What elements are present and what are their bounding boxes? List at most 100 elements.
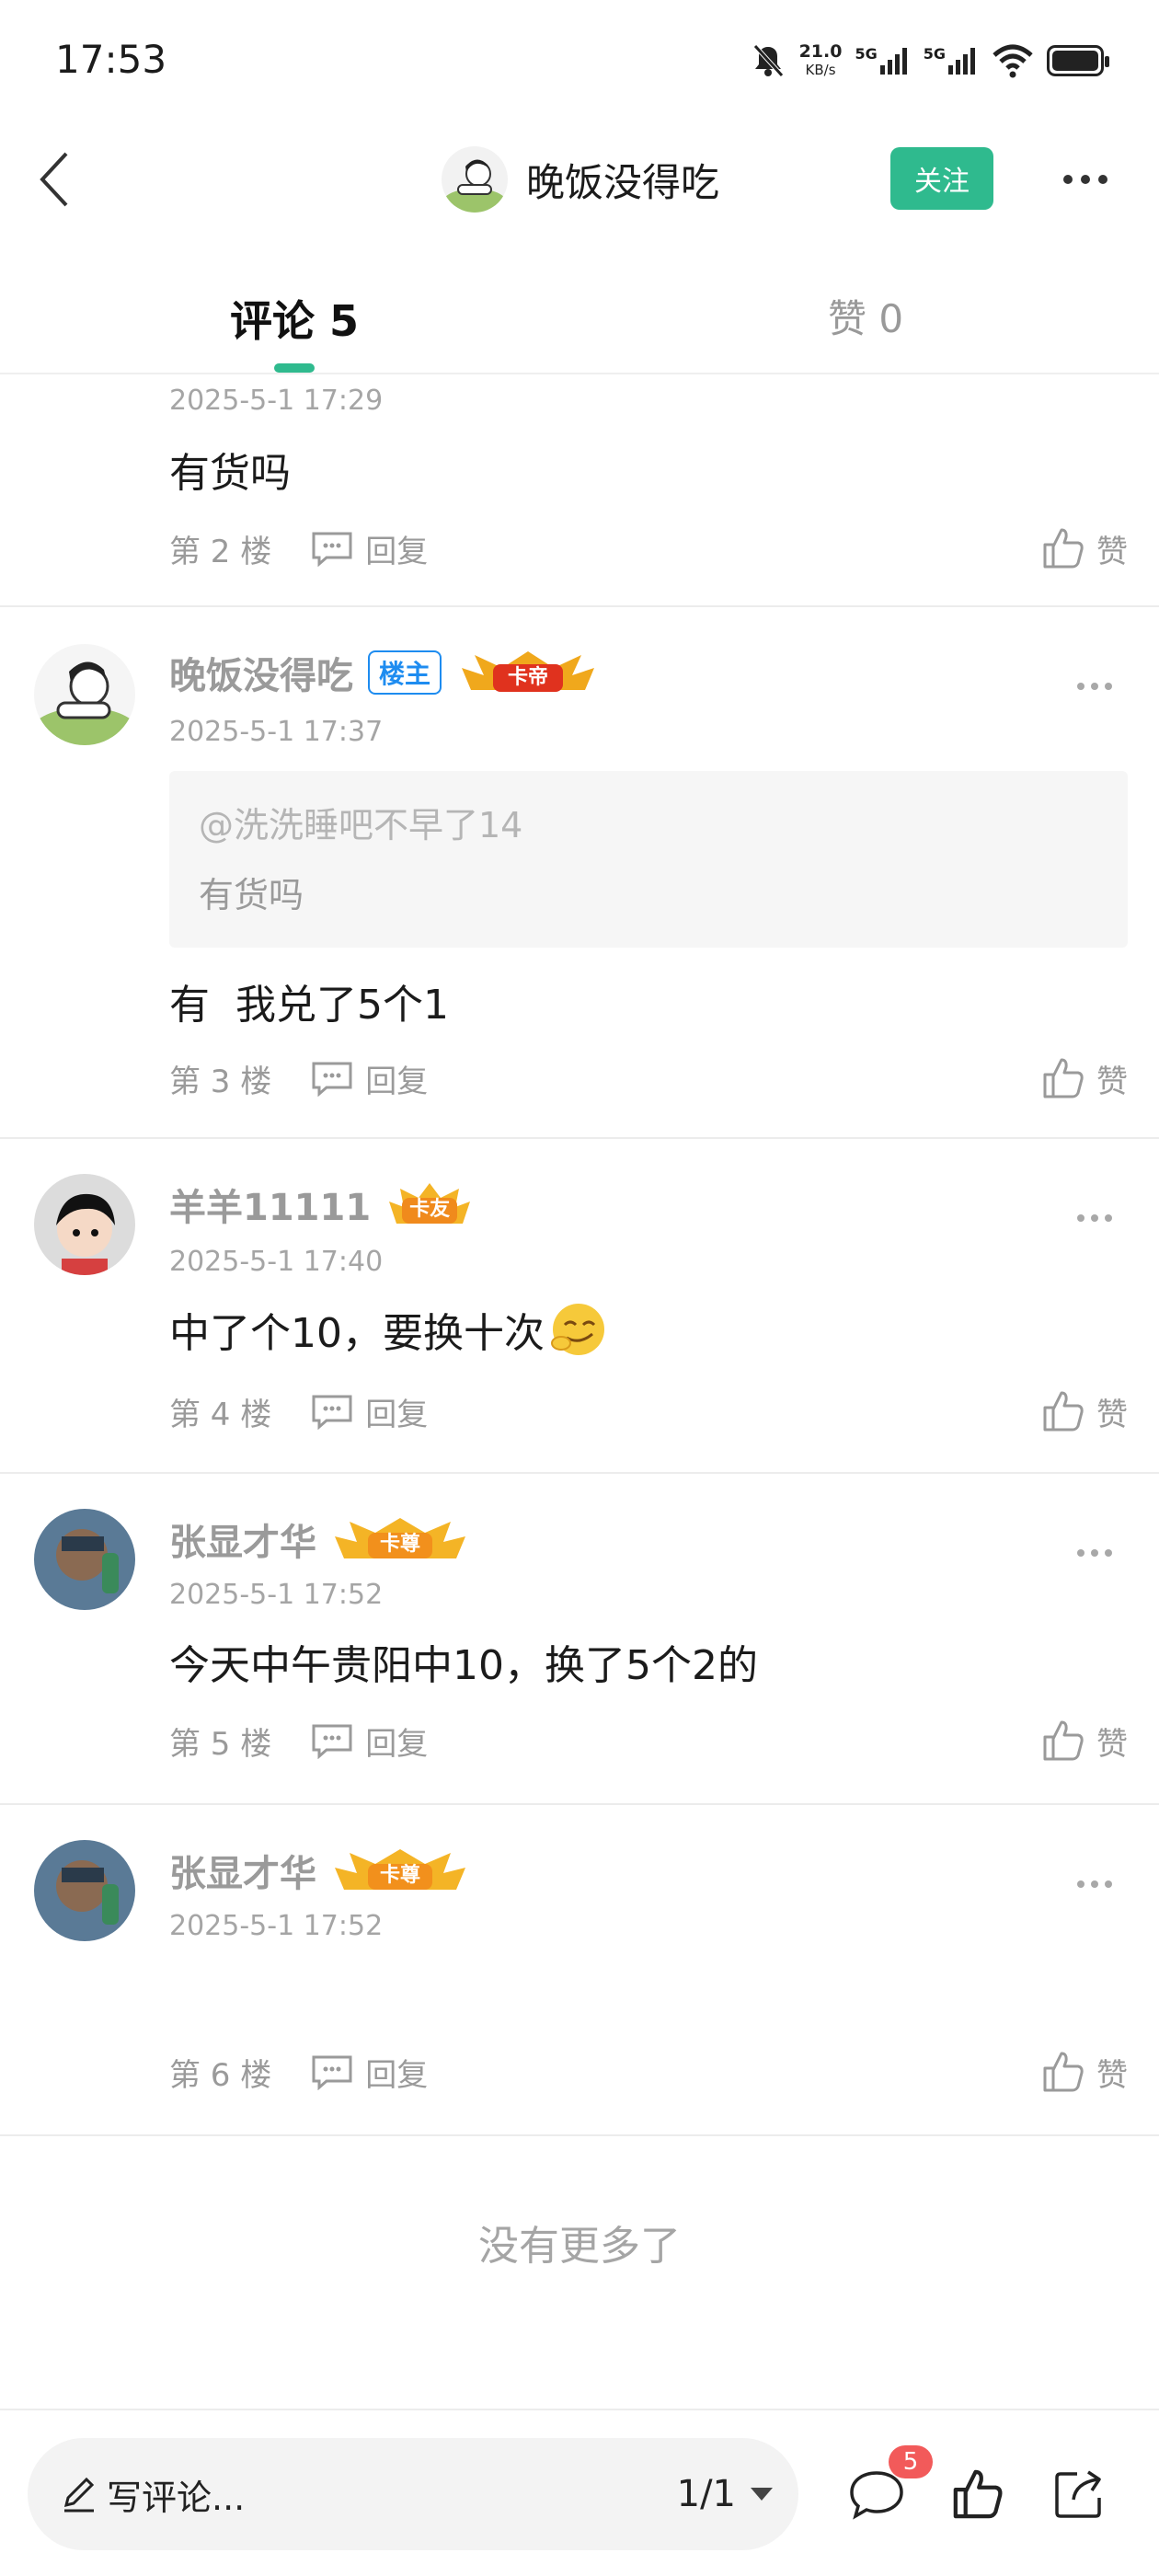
share-button[interactable] — [1047, 2462, 1111, 2526]
comment-item: 张显才华 卡尊 2025-5-1 17:52 今天中午贵阳中10，换了5个2的 … — [0, 1476, 1159, 1805]
comment-time: 2025-5-1 17:52 — [169, 1910, 384, 1942]
comment-text: 有货吗 — [169, 450, 291, 497]
header-avatar[interactable] — [442, 146, 508, 213]
thumbs-up-icon — [1043, 2052, 1084, 2092]
crown-badge: 卡尊 — [331, 1516, 469, 1562]
net-speed-unit: KB/s — [805, 62, 836, 78]
user-name[interactable]: 张显才华 — [169, 1512, 316, 1566]
quoted-comment[interactable]: @洗洗睡吧不早了14 有货吗 — [169, 771, 1128, 948]
mute-bell-icon — [752, 44, 784, 77]
comment-input[interactable]: 写评论... 1/1 — [28, 2438, 798, 2550]
comment-actions: 第 3 楼 回复 赞 — [169, 1051, 1128, 1106]
comment-more-button[interactable] — [1067, 1200, 1122, 1236]
user-name[interactable]: 晚饭没得吃 — [169, 646, 353, 699]
comment-header: 张显才华 卡尊 — [169, 1844, 469, 1897]
comment-tabs: 评论 5 赞 0 — [0, 262, 1159, 374]
wifi-icon — [993, 44, 1033, 78]
floor-label: 第 2 楼 — [169, 533, 272, 570]
quoted-text: 有货吗 — [199, 875, 304, 915]
like-post-button[interactable] — [946, 2462, 1010, 2526]
like-button[interactable]: 赞 — [1041, 1719, 1128, 1764]
quoted-user: @洗洗睡吧不早了14 — [199, 805, 523, 845]
floor-label: 第 4 楼 — [169, 1396, 272, 1433]
comment-time: 2025-5-1 17:40 — [169, 1246, 384, 1278]
bottom-bar: 写评论... 1/1 5 — [0, 2409, 1159, 2576]
status-bar: 17:53 21.0 KB/s 5G 5G — [0, 0, 1159, 120]
crown-badge: 卡尊 — [331, 1847, 469, 1893]
pencil-icon — [63, 2477, 95, 2513]
avatar[interactable] — [34, 1174, 135, 1275]
comment-time: 2025-5-1 17:52 — [169, 1579, 384, 1611]
reply-button[interactable]: 回复 — [310, 526, 428, 571]
like-label: 赞 — [1096, 1396, 1128, 1433]
net-speed-value: 21.0 — [798, 41, 843, 62]
top-nav: 晚饭没得吃 关注 — [0, 120, 1159, 239]
status-time: 17:53 — [55, 37, 167, 82]
crown-badge: 卡帝 — [456, 650, 600, 696]
active-tab-indicator — [274, 363, 315, 373]
signal-1: 5G — [855, 45, 910, 76]
comment-input-placeholder: 写评论... — [107, 2477, 246, 2518]
comment-count-badge: 5 — [889, 2445, 933, 2478]
signal-2-label: 5G — [923, 45, 946, 63]
reply-button[interactable]: 回复 — [310, 1719, 428, 1764]
like-button[interactable]: 赞 — [1041, 2050, 1128, 2095]
crown-badge: 卡友 — [385, 1181, 474, 1227]
comment-item: 张显才华 卡尊 2025-5-1 17:52 第 6 楼 回复 赞 — [0, 1807, 1159, 2136]
follow-button[interactable]: 关注 — [890, 147, 993, 210]
owner-tag: 楼主 — [368, 650, 442, 695]
like-button[interactable]: 赞 — [1041, 1056, 1128, 1101]
crown-label: 卡尊 — [379, 1864, 420, 1887]
avatar[interactable] — [34, 1840, 135, 1941]
caret-down-icon — [751, 2488, 773, 2501]
reply-label: 回复 — [365, 1063, 429, 1100]
comment-more-button[interactable] — [1067, 1866, 1122, 1903]
comment-item: 晚饭没得吃 楼主 卡帝 2025-5-1 17:37 @洗洗睡吧不早了14 有货… — [0, 609, 1159, 1139]
like-button[interactable]: 赞 — [1041, 1389, 1128, 1434]
reply-bubble-icon — [312, 1724, 352, 1759]
tab-likes[interactable]: 赞 0 — [828, 288, 903, 344]
crown-label: 卡帝 — [508, 666, 549, 689]
like-label: 赞 — [1096, 2056, 1128, 2094]
like-label: 赞 — [1096, 1725, 1128, 1763]
reply-label: 回复 — [365, 2056, 429, 2094]
tab-comments[interactable]: 评论 5 — [230, 288, 359, 349]
reply-label: 回复 — [365, 533, 429, 570]
user-name[interactable]: 羊羊11111 — [169, 1178, 371, 1231]
net-speed: 21.0 KB/s — [799, 42, 843, 79]
reply-button[interactable]: 回复 — [310, 1056, 428, 1101]
comment-more-button[interactable] — [1067, 668, 1122, 705]
smirk-emoji-icon — [551, 1304, 604, 1355]
avatar[interactable] — [34, 644, 135, 745]
comment-time: 2025-5-1 17:29 — [169, 385, 384, 417]
back-button[interactable] — [18, 143, 92, 216]
signal-2: 5G — [924, 45, 979, 76]
crown-label: 卡尊 — [379, 1533, 420, 1556]
thumbs-up-icon — [1043, 1720, 1084, 1761]
header-user[interactable]: 晚饭没得吃 — [442, 146, 720, 213]
page-selector[interactable]: 1/1 — [677, 2473, 775, 2515]
comment-header: 晚饭没得吃 楼主 卡帝 — [169, 646, 600, 699]
battery-icon — [1047, 45, 1109, 76]
reply-bubble-icon — [312, 1062, 352, 1097]
status-icons: 21.0 KB/s 5G 5G — [750, 35, 1109, 86]
comment-text: 今天中午贵阳中10，换了5个2的 — [169, 1642, 758, 1689]
comment-header: 羊羊11111 卡友 — [169, 1178, 474, 1231]
signal-bars-icon — [948, 48, 975, 75]
like-button[interactable]: 赞 — [1041, 526, 1128, 571]
comment-actions: 第 5 楼 回复 赞 — [169, 1713, 1128, 1768]
reply-button[interactable]: 回复 — [310, 2050, 428, 2095]
avatar[interactable] — [34, 1509, 135, 1610]
comment-more-button[interactable] — [1067, 1535, 1122, 1571]
user-name[interactable]: 张显才华 — [169, 1844, 316, 1897]
like-label: 赞 — [1096, 533, 1128, 570]
thumbs-up-icon — [953, 2469, 1003, 2519]
reply-bubble-icon — [312, 532, 352, 567]
share-icon — [1055, 2470, 1101, 2518]
floor-label: 第 5 楼 — [169, 1725, 272, 1763]
reply-button[interactable]: 回复 — [310, 1389, 428, 1434]
more-options-button[interactable] — [1049, 152, 1122, 207]
header-user-name: 晚饭没得吃 — [526, 159, 720, 205]
comment-actions: 第 6 楼 回复 赞 — [169, 2044, 1128, 2099]
comment-header: 张显才华 卡尊 — [169, 1512, 469, 1566]
